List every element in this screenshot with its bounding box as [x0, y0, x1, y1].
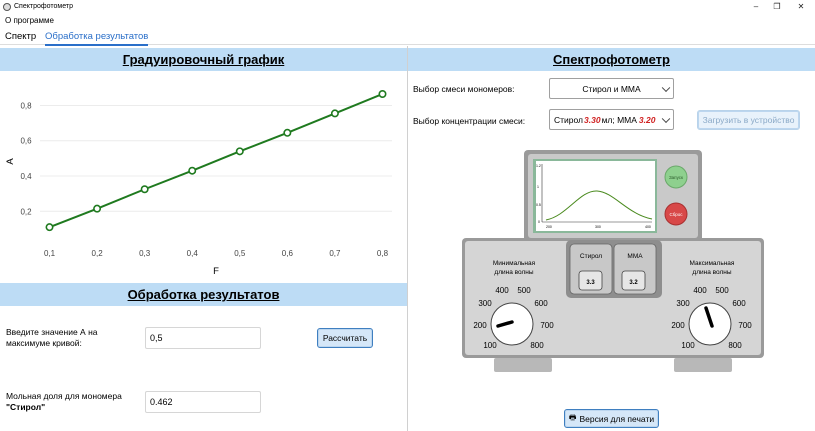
- right-scale-800: 800: [728, 341, 742, 350]
- data-point: [93, 204, 102, 213]
- data-point: [45, 223, 54, 232]
- menu-about[interactable]: О программе: [5, 16, 54, 25]
- absorbance-input[interactable]: 0,5: [145, 327, 261, 349]
- min-wavelength-knob[interactable]: [490, 302, 534, 346]
- device-foot-left: [494, 358, 552, 372]
- x-tick-label: 0,2: [92, 249, 104, 258]
- print-version-label: Версия для печати: [579, 413, 655, 424]
- conc-mma-value: 3.20: [638, 114, 656, 125]
- x-tick-label: 0,8: [377, 249, 389, 258]
- calibration-header: Градуировочный график: [0, 48, 407, 71]
- absorbance-label: Введите значение А на максимуме кривой:: [6, 327, 98, 348]
- right-knob-label-1: Максимальная: [690, 260, 735, 267]
- right-scale-200: 200: [671, 321, 685, 330]
- tab-processing[interactable]: Обработка результатов: [45, 31, 149, 46]
- data-point: [188, 166, 197, 175]
- chevron-down-icon: [661, 114, 671, 123]
- close-icon[interactable]: ✕: [790, 0, 812, 13]
- load-device-button[interactable]: Загрузить в устройство: [697, 110, 800, 130]
- left-knob-label-1: Минимальная: [493, 260, 536, 267]
- data-point: [140, 185, 149, 194]
- concentration-label: Выбор концентрации смеси:: [413, 116, 526, 126]
- x-tick-label: 0,7: [329, 249, 341, 258]
- panel-divider: [407, 46, 408, 431]
- left-scale-800: 800: [530, 341, 544, 350]
- conc-styrene-value: 3.30: [584, 114, 601, 125]
- tab-strip: Спектр Обработка результатов: [0, 29, 815, 46]
- processing-header: Обработка результатов: [0, 283, 407, 306]
- menu-bar: О программе: [0, 14, 815, 27]
- left-knob-label-2: длина волны: [494, 269, 533, 276]
- screen-x-tick: 300: [595, 225, 601, 229]
- y-tick-label: 0,4: [20, 172, 32, 181]
- right-scale-700: 700: [738, 321, 752, 330]
- y-tick-label: 0,2: [20, 207, 32, 216]
- right-scale-300: 300: [676, 299, 690, 308]
- monomer2-value: 3.2: [629, 280, 638, 286]
- y-tick-label: 0,8: [20, 101, 32, 110]
- printer-icon: 🖶: [568, 412, 577, 422]
- tab-spectrum[interactable]: Спектр: [5, 31, 36, 42]
- screen-y-tick: 0: [538, 220, 540, 224]
- mix-select-value: Стирол и ММА: [582, 83, 641, 94]
- chevron-down-icon: [661, 83, 671, 92]
- y-axis-label: A: [5, 158, 16, 165]
- left-scale-500: 500: [517, 286, 531, 295]
- reset-button-label: Сброс: [669, 212, 683, 217]
- device-screen: [536, 161, 655, 231]
- minimize-icon[interactable]: –: [745, 0, 767, 13]
- x-tick-label: 0,6: [282, 249, 294, 258]
- screen-x-tick: 400: [645, 225, 651, 229]
- data-point: [283, 128, 292, 137]
- spectro-header: Спектрофотометр: [408, 48, 815, 71]
- right-knob-label-2: длина волны: [692, 269, 731, 276]
- screen-y-tick: 0.5: [536, 203, 541, 207]
- spectrophotometer-device: 1.2 1 0.5 0 200 300 400 Запуск Сброс Сти…: [462, 150, 764, 372]
- x-tick-label: 0,5: [234, 249, 246, 258]
- calibration-chart: 0,2 0,4 0,6 0,8 0,1 0,2 0,3 0,4 0,5 0,6 0,7 0,8 F A: [5, 89, 392, 277]
- left-scale-700: 700: [540, 321, 554, 330]
- data-point: [330, 109, 339, 118]
- device-foot-right: [674, 358, 732, 372]
- monomer1-value: 3.3: [586, 280, 595, 286]
- concentration-select[interactable]: Стирол 3.30 мл; ММА 3.20: [549, 109, 674, 130]
- title-bar: Спектрофотометр – ❐ ✕: [0, 0, 815, 13]
- left-scale-600: 600: [534, 299, 548, 308]
- x-tick-label: 0,1: [44, 249, 56, 258]
- x-axis-label: F: [213, 266, 219, 277]
- left-scale-300: 300: [478, 299, 492, 308]
- start-button-label: Запуск: [669, 175, 683, 180]
- right-scale-600: 600: [732, 299, 746, 308]
- conc-mid: мл; ММА: [601, 114, 637, 125]
- window-title: Спектрофотометр: [14, 3, 73, 10]
- conc-prefix: Стирол: [554, 114, 584, 125]
- left-scale-100: 100: [483, 341, 497, 350]
- data-point: [235, 147, 244, 156]
- mix-select[interactable]: Стирол и ММА: [549, 78, 674, 99]
- left-scale-200: 200: [473, 321, 487, 330]
- screen-y-tick: 1: [537, 185, 539, 189]
- right-scale-500: 500: [715, 286, 729, 295]
- x-tick-label: 0,3: [139, 249, 151, 258]
- left-scale-400: 400: [495, 286, 509, 295]
- maximize-icon[interactable]: ❐: [766, 0, 788, 13]
- monomer1-label: Стирол: [580, 253, 602, 260]
- right-scale-400: 400: [693, 286, 707, 295]
- right-scale-100: 100: [681, 341, 695, 350]
- mole-fraction-label: Мольная доля для мономера "Стирол": [6, 391, 122, 412]
- mix-label: Выбор смеси мономеров:: [413, 84, 515, 94]
- screen-x-tick: 200: [546, 225, 552, 229]
- calculate-button[interactable]: Рассчитать: [317, 328, 373, 348]
- mole-fraction-output: 0.462: [145, 391, 261, 413]
- data-point: [378, 89, 387, 98]
- app-icon: [3, 2, 11, 11]
- y-tick-label: 0,6: [20, 137, 32, 146]
- print-version-button[interactable]: 🖶 Версия для печати: [564, 409, 659, 428]
- screen-y-tick: 1.2: [536, 164, 541, 168]
- x-tick-label: 0,4: [187, 249, 199, 258]
- monomer2-label: ММА: [627, 253, 643, 260]
